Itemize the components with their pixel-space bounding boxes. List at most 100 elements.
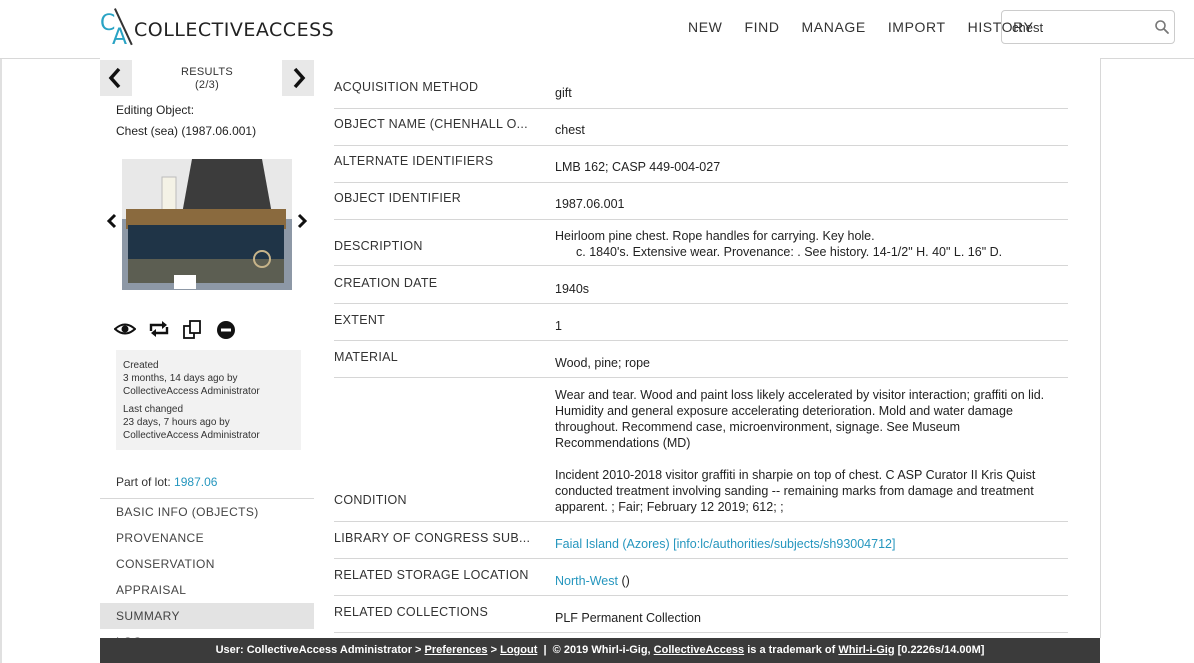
condition-paragraph-2: Incident 2010-2018 visitor graffiti in s… <box>555 468 1036 514</box>
storage-location-suffix: () <box>617 574 630 588</box>
record-info: Created 3 months, 14 days ago by Collect… <box>116 350 301 450</box>
field-value: Heirloom pine chest. Rope handles for ca… <box>555 228 1061 260</box>
whirligig-link[interactable]: Whirl-i-Gig <box>838 644 894 656</box>
footer-sep: > <box>487 644 501 656</box>
field-label: CONDITION <box>334 493 407 507</box>
changed-info: Last changed 23 days, 7 hours ago by Col… <box>123 404 260 442</box>
field-row: OBJECT NAME (CHENHALL O... chest <box>334 109 1068 146</box>
lot-label: Part of lot: <box>116 475 171 489</box>
field-label: DESCRIPTION <box>334 239 423 253</box>
subject-link[interactable]: Faial Island (Azores) [info:lc/authoriti… <box>555 537 895 551</box>
field-row: ALTERNATE IDENTIFIERS LMB 162; CASP 449-… <box>334 146 1068 183</box>
next-result-button[interactable] <box>282 60 314 96</box>
field-row: ACQUISITION METHOD gift <box>334 72 1068 109</box>
field-value: PLF Permanent Collection <box>555 611 701 625</box>
results-title: RESULTS <box>180 66 234 78</box>
footer-user: User: CollectiveAccess Administrator > <box>215 644 425 656</box>
search-box[interactable] <box>1001 10 1175 44</box>
field-row: MATERIAL Wood, pine; rope <box>334 341 1068 378</box>
retweet-icon[interactable] <box>148 320 170 338</box>
ca-logo-mark: C A <box>100 8 133 50</box>
field-label: OBJECT NAME (CHENHALL O... <box>334 117 528 131</box>
preferences-link[interactable]: Preferences <box>425 644 488 656</box>
lot-info: Part of lot: 1987.06 <box>116 475 217 489</box>
results-count: (2/3) <box>194 79 220 91</box>
main-nav: NEW FIND MANAGE IMPORT HISTORY <box>688 19 1034 35</box>
field-value: Wood, pine; rope <box>555 356 650 370</box>
object-tools <box>114 320 236 340</box>
image-prev-icon[interactable] <box>106 213 118 229</box>
field-value: chest <box>555 123 585 137</box>
logout-link[interactable]: Logout <box>500 644 537 656</box>
lot-link[interactable]: 1987.06 <box>174 475 217 489</box>
created-label: Created <box>123 360 159 371</box>
chevron-right-icon <box>293 67 306 89</box>
nav-new[interactable]: NEW <box>688 19 722 35</box>
sidebar-item-provenance[interactable]: PROVENANCE <box>100 525 314 551</box>
results-navigator: RESULTS (2/3) <box>100 60 314 96</box>
field-row: OBJECT IDENTIFIER 1987.06.001 <box>334 183 1068 220</box>
sidebar-item-summary[interactable]: SUMMARY <box>100 603 314 629</box>
chest-photo <box>122 159 292 290</box>
field-label: CREATION DATE <box>334 276 438 290</box>
logo[interactable]: C A COLLECTIVEACCESS <box>100 8 335 50</box>
field-label: RELATED COLLECTIONS <box>334 605 489 619</box>
field-row: DESCRIPTION Heirloom pine chest. Rope ha… <box>334 220 1068 266</box>
field-row: CONDITION Wear and tear. Wood and paint … <box>334 378 1068 522</box>
search-icon[interactable] <box>1154 19 1170 35</box>
field-label: RELATED STORAGE LOCATIONS <box>334 568 529 582</box>
duplicate-icon[interactable] <box>182 320 204 340</box>
collectiveaccess-link[interactable]: CollectiveAccess <box>654 644 745 656</box>
storage-location-link[interactable]: North-West <box>555 574 618 588</box>
nav-manage[interactable]: MANAGE <box>802 19 866 35</box>
sidebar: RESULTS (2/3) Editing Object: Chest (sea… <box>100 58 315 649</box>
changed-label: Last changed <box>123 404 184 415</box>
brand-name: COLLECTIVEACCESS <box>134 19 335 41</box>
condition-paragraph-1: Wear and tear. Wood and paint loss likel… <box>555 388 1045 450</box>
summary-panel: ACQUISITION METHOD gift OBJECT NAME (CHE… <box>314 58 1101 638</box>
field-value: 1940s <box>555 282 590 296</box>
field-label: ACQUISITION METHOD <box>334 80 479 94</box>
footer-timing: [0.2226s/14.00M] <box>894 644 985 656</box>
field-value: LMB 162; CASP 449-004-027 <box>555 160 721 174</box>
image-next-icon[interactable] <box>296 213 308 229</box>
created-by: CollectiveAccess Administrator <box>123 386 260 397</box>
field-label: LIBRARY OF CONGRESS SUB... <box>334 531 529 545</box>
field-value: 1987.06.001 <box>555 197 625 211</box>
screen-nav: BASIC INFO (OBJECTS) PROVENANCE CONSERVA… <box>100 498 314 655</box>
field-value: North-West () <box>555 573 1061 589</box>
changed-when: 23 days, 7 hours ago by <box>123 417 230 428</box>
created-info: Created 3 months, 14 days ago by Collect… <box>123 360 260 398</box>
top-header: C A COLLECTIVEACCESS NEW FIND MANAGE IMP… <box>0 0 1194 59</box>
sidebar-item-basic-info[interactable]: BASIC INFO (OBJECTS) <box>100 499 314 525</box>
field-label: MATERIAL <box>334 350 398 364</box>
nav-find[interactable]: FIND <box>744 19 779 35</box>
chevron-left-icon <box>108 67 121 89</box>
sidebar-item-appraisal[interactable]: APPRAISAL <box>100 577 314 603</box>
editing-label: Editing Object: <box>116 103 195 117</box>
sidebar-item-conservation[interactable]: CONSERVATION <box>100 551 314 577</box>
object-title: Chest (sea) (1987.06.001) <box>116 124 257 138</box>
field-label: OBJECT IDENTIFIER <box>334 191 462 205</box>
object-thumbnail[interactable] <box>122 159 292 290</box>
search-input[interactable] <box>1010 19 1154 36</box>
remove-icon[interactable] <box>216 320 236 340</box>
window-edge <box>0 0 2 663</box>
field-row: EXTENT 1 <box>334 304 1068 341</box>
description-line-2: c. 1840's. Extensive wear. Provenance: .… <box>576 245 1003 259</box>
changed-by: CollectiveAccess Administrator <box>123 430 260 441</box>
nav-import[interactable]: IMPORT <box>888 19 946 35</box>
field-value: gift <box>555 86 572 100</box>
footer-bar: User: CollectiveAccess Administrator > P… <box>100 638 1100 663</box>
description-line-1: Heirloom pine chest. Rope handles for ca… <box>555 229 875 243</box>
previous-result-button[interactable] <box>100 60 132 96</box>
field-row: LIBRARY OF CONGRESS SUB... Faial Island … <box>334 522 1068 559</box>
field-value: 1 <box>555 319 562 333</box>
footer-trademark: is a trademark of <box>744 644 839 656</box>
field-row: RELATED COLLECTIONS PLF Permanent Collec… <box>334 596 1068 633</box>
eye-icon[interactable] <box>114 320 136 338</box>
field-row: RELATED STORAGE LOCATIONS North-West () <box>334 559 1068 596</box>
field-row: CREATION DATE 1940s <box>334 266 1068 304</box>
created-when: 3 months, 14 days ago by <box>123 373 238 384</box>
footer-copyright: | © 2019 Whirl-i-Gig, <box>537 644 654 656</box>
